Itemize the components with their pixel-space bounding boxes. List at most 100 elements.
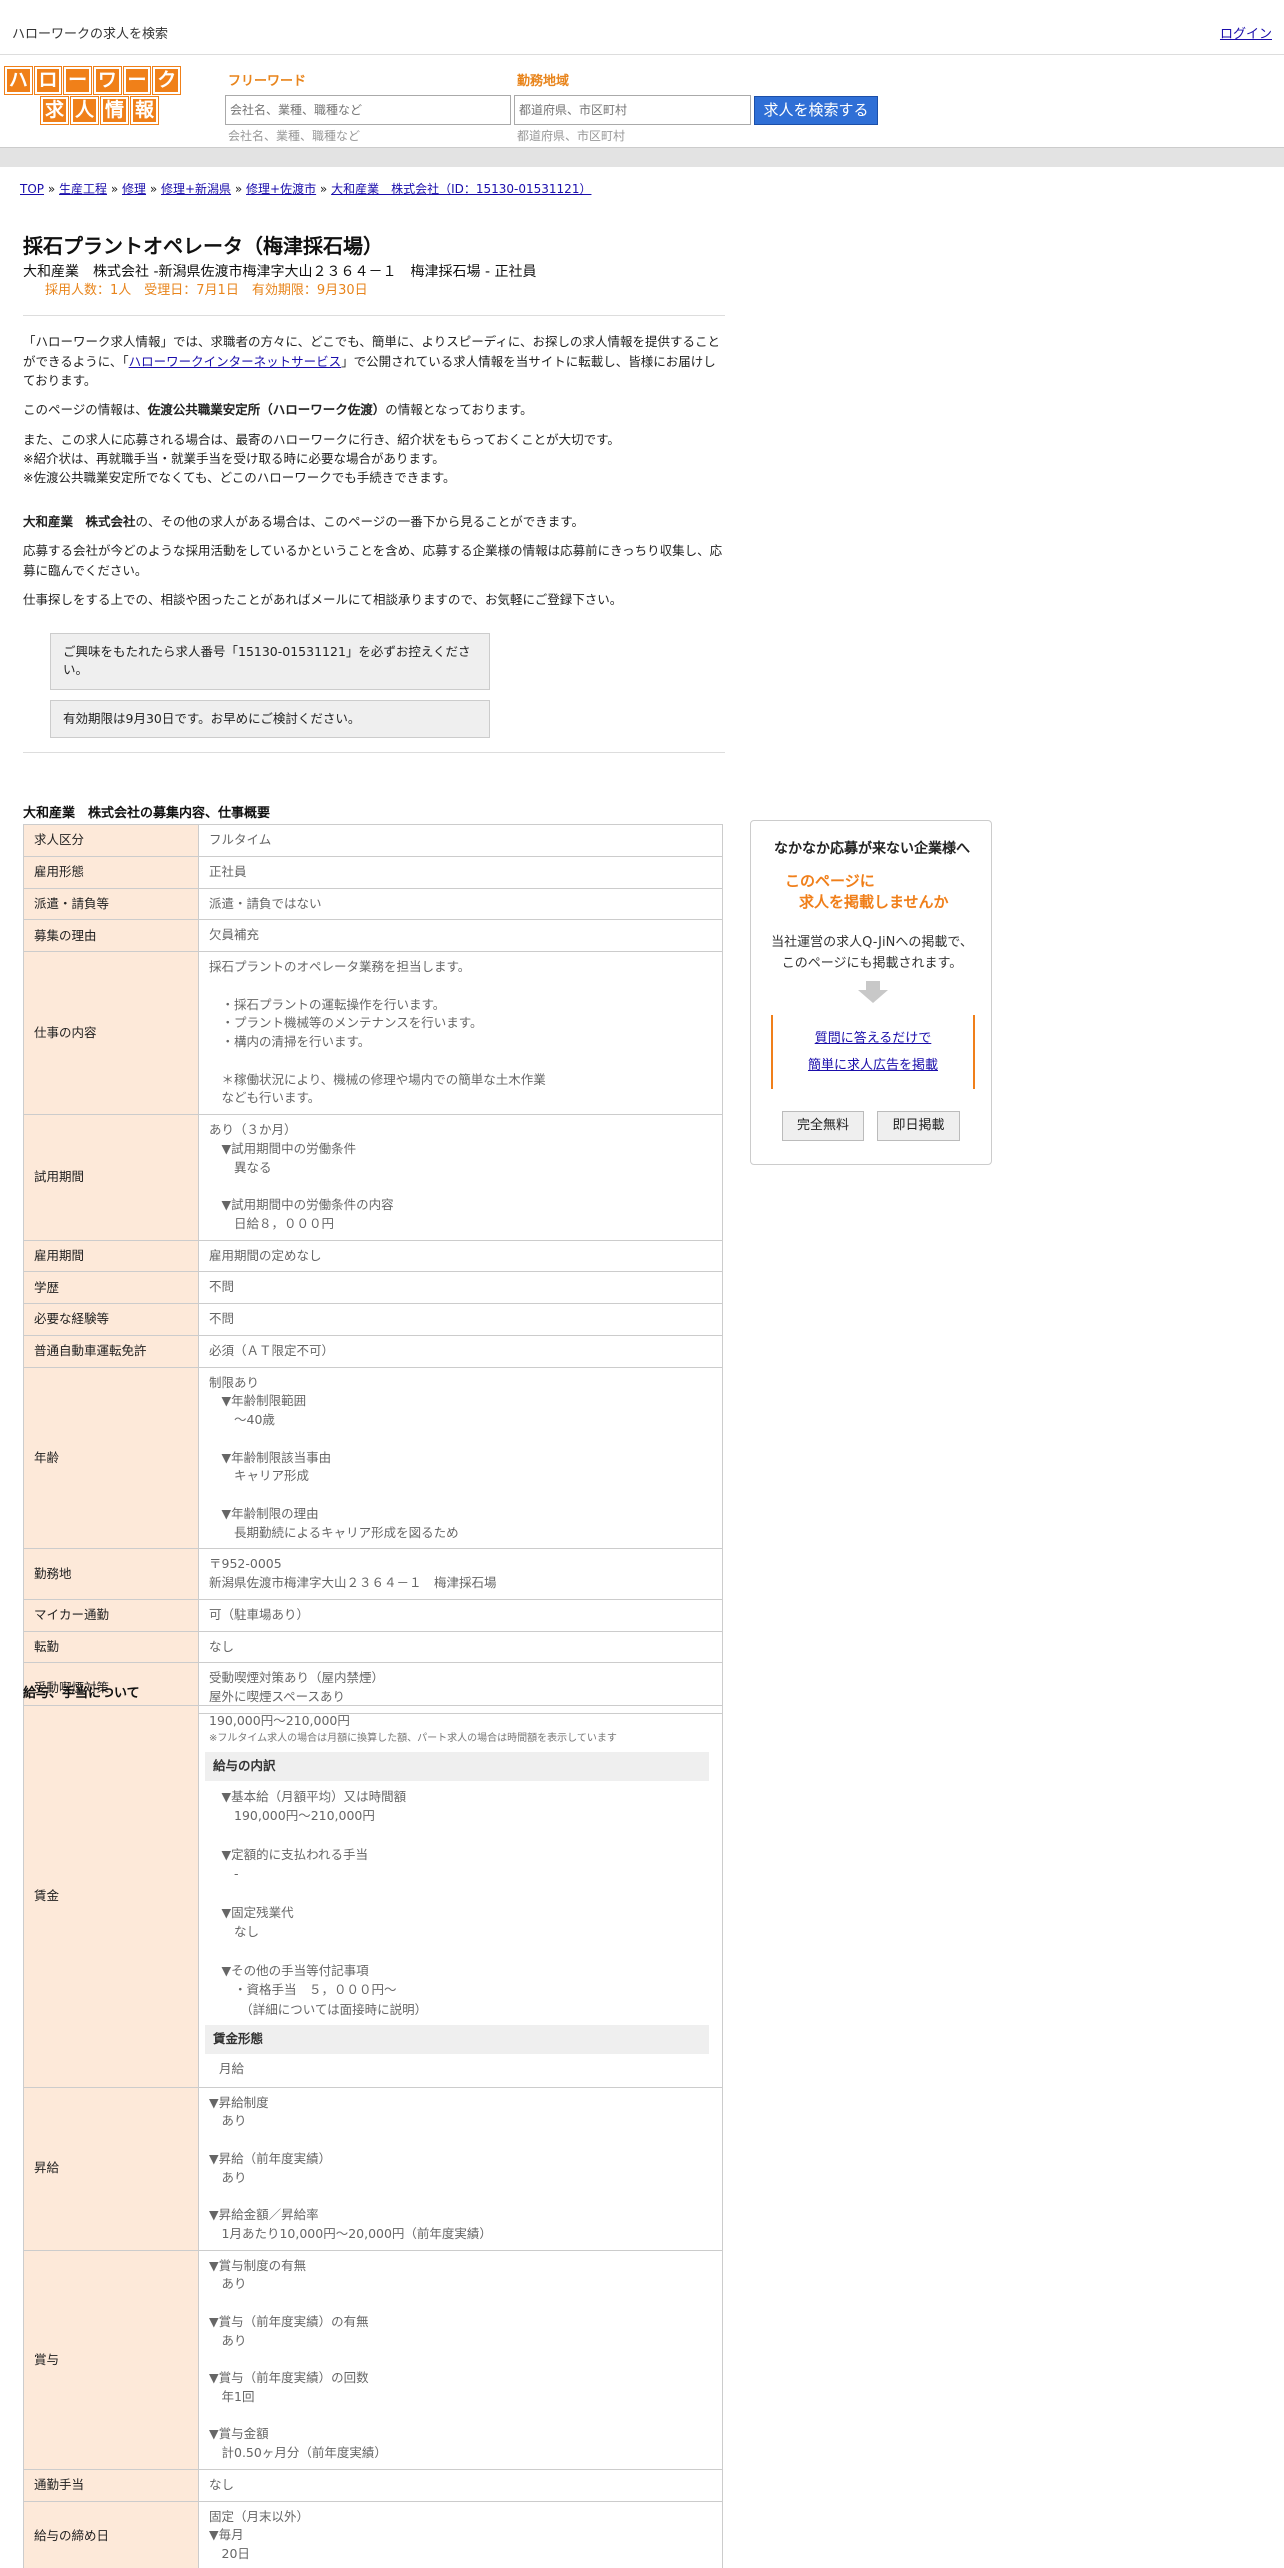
row-key: 雇用形態 <box>23 855 199 889</box>
row-value: なし <box>198 2468 723 2502</box>
row-key: 募集の理由 <box>23 919 199 952</box>
intro-text: の、その他の求人がある場合は、このページの一番下から見ることができます。 <box>135 513 585 529</box>
section-salary-title: 給与、手当について <box>23 1686 140 1701</box>
row-key: 賞与 <box>23 2249 199 2470</box>
row-value: なし <box>198 1630 723 1664</box>
wage-form-heading: 賃金形態 <box>205 2025 709 2054</box>
row-value: ▼昇給制度 あり ▼昇給（前年度実績） あり ▼昇給金額／昇給率 1月あたり10… <box>198 2086 723 2251</box>
row-key: 年齢 <box>23 1366 199 1550</box>
area-hint: 都道府県、市区町村 <box>517 129 626 143</box>
row-value: 採石プラントのオペレータ業務を担当します。 ・採石プラントの運転操作を行います。… <box>198 951 723 1115</box>
breadcrumb: TOP » 生産工程 » 修理 » 修理+新潟県 » 修理+佐渡市 » 大和産業… <box>20 182 592 196</box>
intro-text: ※佐渡公共職業安定所でなくても、どこのハローワークでも手続きできます。 <box>23 470 456 486</box>
row-key: 仕事の内容 <box>23 951 199 1115</box>
row-value: 雇用期間の定めなし <box>198 1239 723 1273</box>
intro-text: また、この求人に応募される場合は、最寄のハローワークに行き、紹介状をもらっておく… <box>23 431 620 447</box>
intro-text: の情報となっております。 <box>385 402 533 418</box>
breadcrumb-repair[interactable]: 修理 <box>122 182 146 196</box>
area-input[interactable] <box>514 95 751 125</box>
wage-form: 月給 <box>219 2060 245 2076</box>
table-row: 募集の理由 欠員補充 <box>23 919 723 952</box>
logo-row-2: 求人情報 <box>40 96 180 125</box>
advertise-offer-line-1: このページに <box>785 872 875 890</box>
breadcrumb-top[interactable]: TOP <box>20 182 44 196</box>
notice-expiry: 有効期限は9月30日です。お早めにご検討ください。 <box>50 699 490 738</box>
row-value: 可（駐車場あり） <box>198 1598 723 1632</box>
advertise-link-question[interactable]: 質問に答えるだけで <box>815 1031 932 1046</box>
logo-char: 求 <box>40 96 69 125</box>
row-value: あり（３か月） ▼試用期間中の労働条件 異なる ▼試用期間中の労働条件の内容 日… <box>198 1114 723 1241</box>
row-key: 普通自動車運転免許 <box>23 1334 199 1368</box>
intro-paragraph-1: 「ハローワーク求人情報」では、求職者の方々に、どこでも、簡単に、よりスピーディに… <box>23 332 723 390</box>
intro-paragraph-2: このページの情報は、佐渡公共職業安定所（ハローワーク佐渡）の情報となっております… <box>23 400 723 419</box>
keyword-label: フリーワード <box>228 74 307 89</box>
advertise-panel: なかなか応募が来ない企業様へ このページに 求人を掲載しませんか 当社運営の求人… <box>750 820 992 1165</box>
row-key: 必要な経験等 <box>23 1303 199 1336</box>
job-meta: 採用人数：1人 受理日：7月1日 有効期限：9月30日 <box>45 283 368 299</box>
keyword-input[interactable] <box>225 95 511 125</box>
advertise-link-easy[interactable]: 簡単に求人広告を掲載 <box>808 1058 938 1073</box>
free-button[interactable]: 完全無料 <box>782 1111 864 1141</box>
intro-paragraph-6: 仕事探しをする上での、相談や困ったことがあればメールにて相談承りますので、お気軽… <box>23 591 623 607</box>
login-link[interactable]: ログイン <box>1220 26 1272 45</box>
logo-char: ー <box>122 66 152 95</box>
table-row: 雇用期間 雇用期間の定めなし <box>23 1239 723 1273</box>
company-name: 大和産業 株式会社 <box>23 513 136 529</box>
table-row: 試用期間 あり（３か月） ▼試用期間中の労働条件 異なる ▼試用期間中の労働条件の… <box>23 1114 723 1241</box>
row-key: 雇用期間 <box>23 1239 199 1273</box>
row-key: 勤務地 <box>23 1548 199 1600</box>
table-row: 給与の締め日 固定（月末以外） ▼毎月 20日 <box>23 2500 723 2568</box>
logo-char: 情 <box>100 96 129 125</box>
office-name: 佐渡公共職業安定所（ハローワーク佐渡） <box>147 402 386 418</box>
advertise-description: 当社運営の求人Q-JiNへの掲載で、このページにも掲載されます。 <box>771 935 973 971</box>
row-key: 賃金 <box>23 1705 199 2088</box>
row-key: 昇給 <box>23 2086 199 2251</box>
breadcrumb-company[interactable]: 大和産業 株式会社（ID：15130-01531121） <box>331 182 591 196</box>
table-row: マイカー通勤 可（駐車場あり） <box>23 1598 723 1632</box>
table-row: 学歴 不問 <box>23 1271 723 1304</box>
search-button[interactable]: 求人を検索する <box>754 96 878 125</box>
breadcrumb-repair-niigata[interactable]: 修理+新潟県 <box>161 182 231 196</box>
row-key: 学歴 <box>23 1271 199 1304</box>
intro-paragraph-3: また、この求人に応募される場合は、最寄のハローワークに行き、紹介状をもらっておく… <box>23 430 723 488</box>
table-row: 賃金 190,000円〜210,000円 ※フルタイム求人の場合は月額に換算した… <box>23 1705 723 2088</box>
table-row: 年齢 制限あり ▼年齢制限範囲 ～40歳 ▼年齢制限該当事由 キャリア形成 ▼年齢… <box>23 1366 723 1550</box>
salary-table: 賃金 190,000円〜210,000円 ※フルタイム求人の場合は月額に換算した… <box>23 1705 723 2568</box>
table-row: 雇用形態 正社員 <box>23 855 723 889</box>
advertise-offer-line-2: 求人を掲載しませんか <box>799 893 949 911</box>
row-value: 190,000円〜210,000円 ※フルタイム求人の場合は月額に換算した額、パ… <box>198 1705 723 2088</box>
row-value: 正社員 <box>198 855 723 889</box>
site-logo[interactable]: ハローワーク 求人情報 <box>4 66 182 125</box>
table-row: 勤務地 〒952-0005 新潟県佐渡市梅津字大山２３６４－１ 梅津採石場 <box>23 1548 723 1600</box>
row-value: 必須（ＡＴ限定不可） <box>198 1334 723 1368</box>
table-row: 通勤手当 なし <box>23 2468 723 2502</box>
top-bar: ハローワークの求人を検索 ログイン <box>0 0 1284 55</box>
site-tagline: ハローワークの求人を検索 <box>12 27 169 42</box>
intro-paragraph-4: 大和産業 株式会社の、その他の求人がある場合は、このページの一番下から見ることが… <box>23 512 723 531</box>
divider <box>23 751 725 753</box>
row-key: 転勤 <box>23 1630 199 1664</box>
hellowork-internet-link[interactable]: ハローワークインターネットサービス <box>129 354 342 369</box>
row-value: フルタイム <box>198 824 723 857</box>
intro-text: このページの情報は、 <box>23 402 148 418</box>
header-divider <box>0 147 1284 167</box>
same-day-button[interactable]: 即日掲載 <box>877 1111 960 1141</box>
row-value: ▼賞与制度の有無 あり ▼賞与（前年度実績）の有無 あり ▼賞与（前年度実績）の… <box>198 2249 723 2470</box>
row-value: 不問 <box>198 1303 723 1336</box>
notice-job-number: ご興味をもたれたら求人番号「15130-01531121」を必ずお控えください。 <box>50 633 490 690</box>
row-value: 欠員補充 <box>198 919 723 952</box>
row-key: 通勤手当 <box>23 2468 199 2502</box>
table-row: 求人区分 フルタイム <box>23 824 723 857</box>
divider <box>23 315 725 317</box>
row-value: 固定（月末以外） ▼毎月 20日 <box>198 2500 723 2568</box>
wage-breakdown-heading: 給与の内訳 <box>205 1751 709 1781</box>
table-row: 普通自動車運転免許 必須（ＡＴ限定不可） <box>23 1334 723 1368</box>
keyword-hint: 会社名、業種、職種など <box>228 129 361 143</box>
row-key: 試用期間 <box>23 1114 199 1241</box>
logo-char: ー <box>63 66 93 95</box>
breadcrumb-production[interactable]: 生産工程 <box>59 182 107 196</box>
advertise-heading: なかなか応募が来ない企業様へ <box>774 841 970 857</box>
breadcrumb-repair-sado[interactable]: 修理+佐渡市 <box>246 182 316 196</box>
table-row: 昇給 ▼昇給制度 あり ▼昇給（前年度実績） あり ▼昇給金額／昇給率 1月あたり… <box>23 2086 723 2251</box>
advertise-links: 質問に答えるだけで 簡単に求人広告を掲載 <box>771 1015 975 1089</box>
